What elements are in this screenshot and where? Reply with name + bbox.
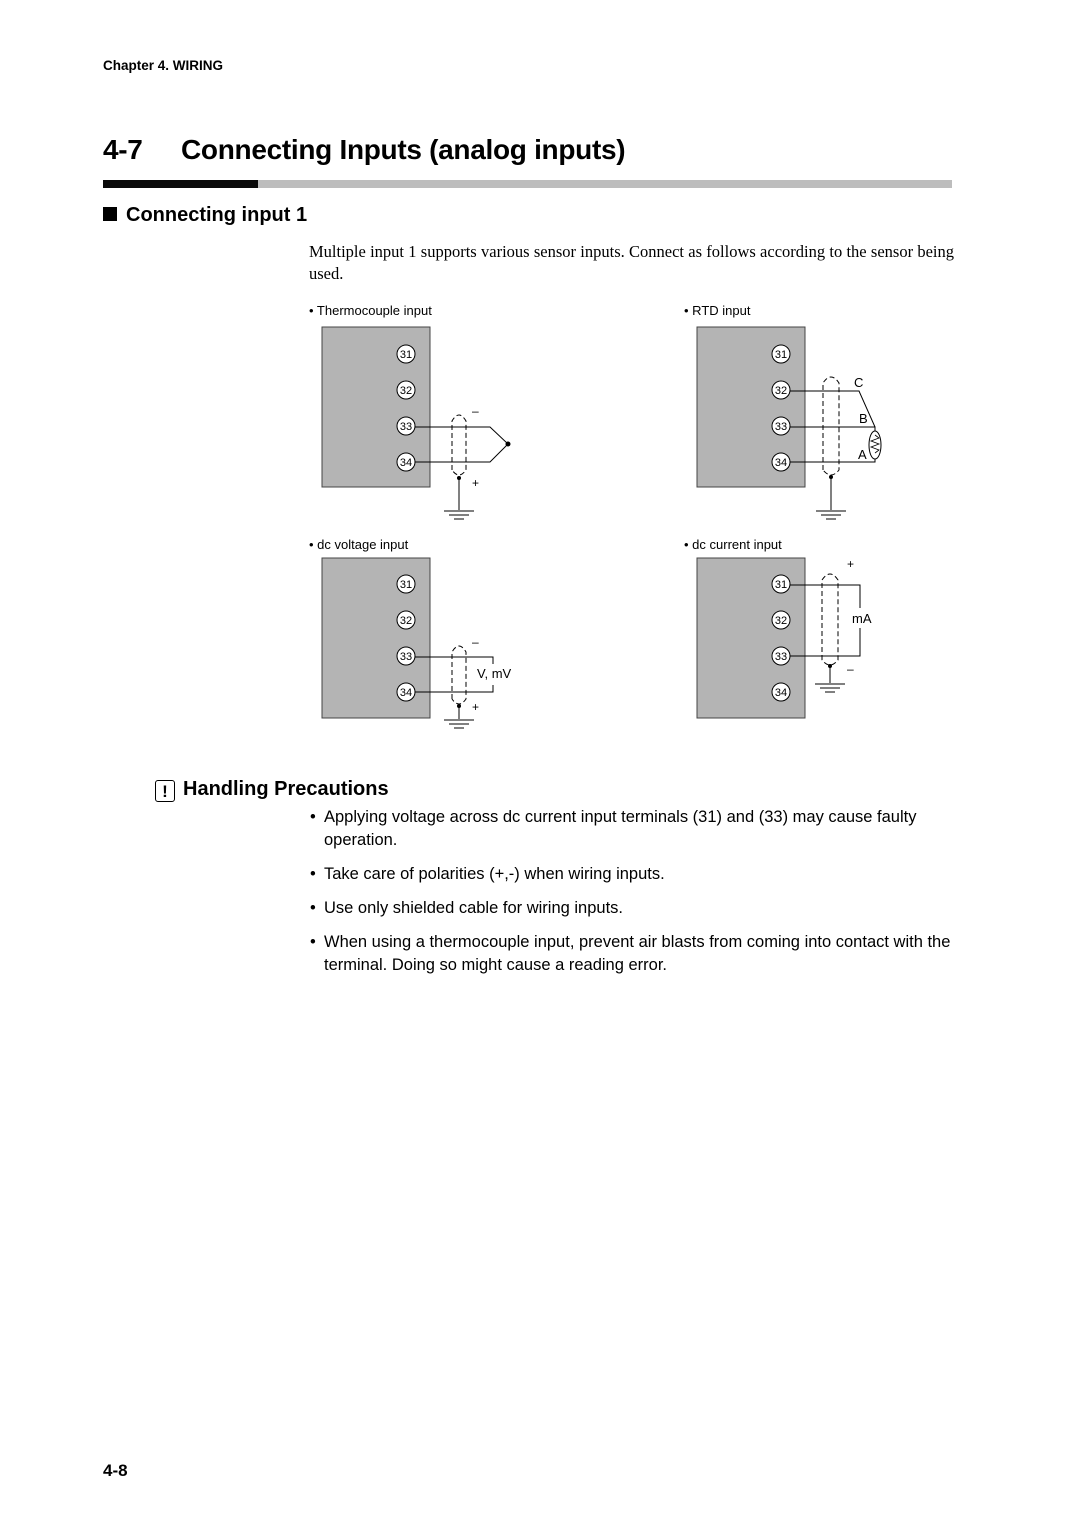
dc-current-label: • dc current input <box>684 537 782 552</box>
bullet-icon: • <box>310 933 316 951</box>
terminal-31: 31 <box>771 344 791 364</box>
bullet-icon: • <box>310 808 316 826</box>
svg-text:31: 31 <box>775 349 787 361</box>
minus-sign: – <box>472 635 479 649</box>
terminal-31: 31 <box>396 344 416 364</box>
svg-text:32: 32 <box>775 385 787 397</box>
svg-text:32: 32 <box>775 615 787 627</box>
cable-shield <box>822 376 840 476</box>
terminal-33: 33 <box>396 646 416 666</box>
thermocouple-diagram: 31 32 33 34 – + <box>321 326 511 520</box>
precaution-item: • Use only shielded cable for wiring inpu… <box>310 897 955 920</box>
thermocouple-label: • Thermocouple input <box>309 303 432 318</box>
current-source-label: mA <box>852 611 872 626</box>
cable-shield <box>821 573 839 666</box>
svg-text:34: 34 <box>400 457 412 469</box>
terminal-34: 34 <box>771 682 791 702</box>
svg-text:34: 34 <box>775 457 787 469</box>
cable-shield <box>451 645 467 705</box>
precaution-item: • Take care of polarities (+,-) when wiri… <box>310 863 955 886</box>
dc-voltage-diagram: 31 32 33 34 – + V, mV <box>321 557 512 729</box>
terminal-33: 33 <box>771 416 791 436</box>
chapter-header: Chapter 4. WIRING <box>103 58 224 73</box>
svg-text:31: 31 <box>775 579 787 591</box>
title-rule-dark <box>103 180 258 188</box>
svg-text:34: 34 <box>400 687 412 699</box>
svg-text:34: 34 <box>775 687 787 699</box>
subsection-heading-text: Connecting input 1 <box>126 204 308 226</box>
wire-label-b: B <box>859 411 868 426</box>
wire-label-a: A <box>858 447 867 462</box>
square-bullet-icon <box>103 207 117 221</box>
subsection-heading: Connecting input 1 <box>103 204 307 227</box>
precaution-item: • When using a thermocouple input, preven… <box>310 933 951 974</box>
wire-label-c: C <box>854 375 863 390</box>
ground-icon <box>815 666 845 693</box>
thermocouple-junction <box>505 441 511 447</box>
page-number: 4-8 <box>103 1461 128 1480</box>
terminal-34: 34 <box>396 452 416 472</box>
ground-icon <box>444 478 474 520</box>
terminal-32: 32 <box>771 380 791 400</box>
resistor-icon <box>868 430 882 460</box>
svg-text:31: 31 <box>400 579 412 591</box>
terminal-31: 31 <box>396 574 416 594</box>
section-number: 4-7 <box>103 134 143 165</box>
dc-voltage-label: • dc voltage input <box>309 537 409 552</box>
plus-sign: + <box>472 700 479 714</box>
title-rule-light <box>258 180 952 188</box>
section-title: Connecting Inputs (analog inputs) <box>181 134 626 165</box>
svg-text:33: 33 <box>400 651 412 663</box>
terminal-34: 34 <box>771 452 791 472</box>
cable-shield <box>451 414 467 476</box>
svg-text:33: 33 <box>775 421 787 433</box>
bullet-icon: • <box>310 865 316 883</box>
precautions-heading: ! Handling Precautions <box>155 778 389 802</box>
page-title: 4-7 Connecting Inputs (analog inputs) <box>103 134 626 166</box>
svg-text:33: 33 <box>400 421 412 433</box>
ground-icon <box>444 706 474 729</box>
svg-text:33: 33 <box>775 651 787 663</box>
terminal-33: 33 <box>396 416 416 436</box>
caution-icon: ! <box>155 780 175 802</box>
svg-text:31: 31 <box>400 349 412 361</box>
voltage-source-label: V, mV <box>477 666 512 681</box>
terminal-33: 33 <box>771 646 791 666</box>
rtd-diagram: 31 32 33 34 C B A <box>696 326 882 520</box>
plus-sign: + <box>847 557 854 571</box>
plus-sign: + <box>472 476 479 490</box>
svg-text:32: 32 <box>400 385 412 397</box>
svg-text:32: 32 <box>400 615 412 627</box>
terminal-34: 34 <box>396 682 416 702</box>
precautions-heading-text: Handling Precautions <box>183 778 389 800</box>
precaution-item: • Applying voltage across dc current inpu… <box>310 808 917 849</box>
rtd-label: • RTD input <box>684 303 751 318</box>
bullet-icon: • <box>310 899 316 917</box>
terminal-31: 31 <box>771 574 791 594</box>
ground-icon <box>816 477 846 520</box>
minus-sign: – <box>472 404 479 418</box>
terminal-32: 32 <box>771 610 791 630</box>
minus-sign: – <box>847 662 854 676</box>
terminal-32: 32 <box>396 380 416 400</box>
intro-paragraph: Multiple input 1 supports various sensor… <box>309 242 954 283</box>
terminal-32: 32 <box>396 610 416 630</box>
dc-current-diagram: 31 32 33 34 + – mA <box>696 557 872 719</box>
